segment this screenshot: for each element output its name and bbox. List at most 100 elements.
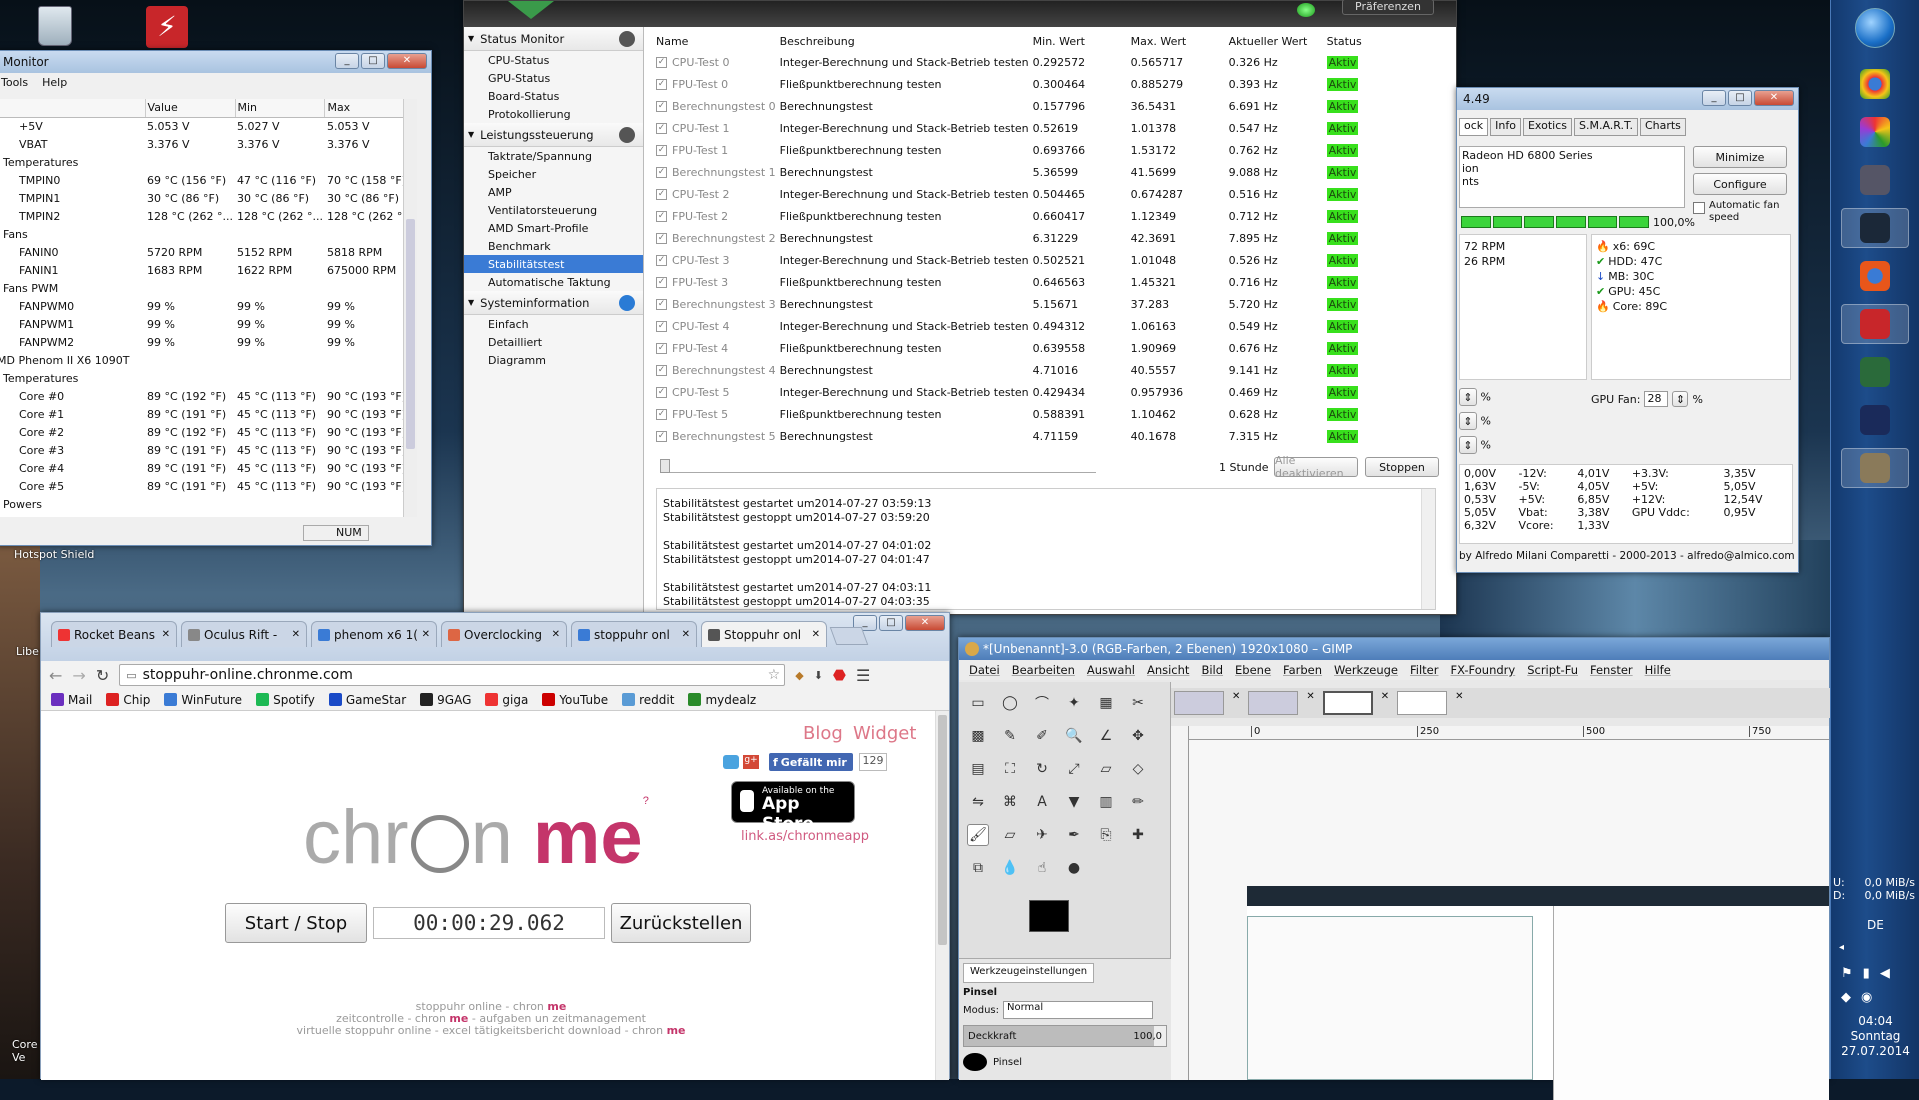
close-tab-icon[interactable]: ✕ xyxy=(1381,691,1389,715)
test-checkbox[interactable]: ✓ xyxy=(656,233,667,244)
auto-fan-checkbox[interactable] xyxy=(1693,202,1705,214)
nav-item[interactable]: GPU-Status xyxy=(464,69,643,87)
perspective-icon[interactable]: ◇ xyxy=(1127,758,1149,780)
bookmark-star-icon[interactable]: ☆ xyxy=(768,667,781,683)
sensor-row[interactable]: FANPWM0 99 % 99 % 99 % xyxy=(0,297,417,315)
paintbrush-icon[interactable]: 🖌 xyxy=(967,824,989,846)
bookmark-item[interactable]: YouTube xyxy=(542,693,608,707)
nav-item[interactable]: AMD Smart-Profile xyxy=(464,219,643,237)
nav-item[interactable]: CPU-Status xyxy=(464,51,643,69)
eraser-icon[interactable]: ▱ xyxy=(999,824,1021,846)
mode-select[interactable]: Normal xyxy=(1003,1001,1154,1019)
new-tab-button[interactable] xyxy=(829,627,869,645)
column-header[interactable]: Aktueller Wert xyxy=(1229,31,1327,51)
taskbar-button[interactable] xyxy=(1841,352,1909,392)
sensor-row[interactable]: Powers xyxy=(0,495,417,513)
text-icon[interactable]: A xyxy=(1031,791,1053,813)
test-row[interactable]: ✓ Berechnungstest 2 Berechnungstest 6.31229… xyxy=(656,227,1397,249)
duration-slider-handle[interactable] xyxy=(660,459,670,473)
align-icon[interactable]: ▤ xyxy=(967,758,989,780)
page-scrollbar[interactable] xyxy=(935,711,949,1080)
test-row[interactable]: ✓ CPU-Test 4 Integer-Berechnung und Stack-… xyxy=(656,315,1397,337)
dodge-icon[interactable]: ● xyxy=(1063,857,1085,879)
sensor-row[interactable]: Core #4 89 °C (191 °F) 45 °C (113 °F) 90 °C… xyxy=(0,459,417,477)
sensor-row[interactable]: Fans xyxy=(0,225,417,243)
sensor-row[interactable]: TMPIN2 128 °C (262 °... 128 °C (262 °... 12… xyxy=(0,207,417,225)
airbrush-icon[interactable]: ✈ xyxy=(1031,824,1053,846)
maximize-button[interactable]: □ xyxy=(879,615,903,631)
stop-button[interactable]: Stoppen xyxy=(1365,457,1439,477)
tab-close-icon[interactable]: ✕ xyxy=(682,629,690,640)
rect-select-icon[interactable]: ▭ xyxy=(967,692,989,714)
close-tab-icon[interactable]: ✕ xyxy=(1232,691,1240,715)
rotate-icon[interactable]: ↻ xyxy=(1031,758,1053,780)
test-row[interactable]: ✓ FPU-Test 5 Fließpunktberechnung testen 0.… xyxy=(656,403,1397,425)
google-plus-icon[interactable]: g+ xyxy=(743,755,759,769)
gimp-menu-item[interactable]: Datei xyxy=(969,663,1000,677)
sensor-scrollbar[interactable] xyxy=(403,99,417,517)
minimize-button[interactable]: _ xyxy=(335,53,359,69)
security-icon[interactable]: ◆ xyxy=(1841,990,1851,1005)
blur-icon[interactable]: 💧 xyxy=(999,857,1021,879)
test-row[interactable]: ✓ CPU-Test 0 Integer-Berechnung und Stack-… xyxy=(656,51,1397,73)
maximize-button[interactable]: □ xyxy=(1728,90,1752,106)
download-icon[interactable]: ⬇ xyxy=(814,669,823,682)
menu-help[interactable]: Help xyxy=(42,76,67,89)
flash-app-icon[interactable]: ⚡ xyxy=(146,6,188,48)
taskbar-button[interactable] xyxy=(1841,304,1909,344)
menu-icon[interactable]: ☰ xyxy=(856,666,870,685)
minimize-app-button[interactable]: Minimize xyxy=(1693,146,1787,168)
duration-slider[interactable] xyxy=(660,459,1096,473)
sensor-row[interactable]: Core #2 89 °C (192 °F) 45 °C (113 °F) 90 °C… xyxy=(0,423,417,441)
lasso-icon[interactable]: ⌒ xyxy=(1031,692,1053,714)
sensor-row[interactable]: FANPWM1 99 % 99 % 99 % xyxy=(0,315,417,333)
sensor-row[interactable]: VBAT 3.376 V 3.376 V 3.376 V xyxy=(0,135,417,153)
nav-item[interactable]: Protokollierung xyxy=(464,105,643,123)
image-thumb[interactable] xyxy=(1248,691,1299,715)
cage-icon[interactable]: ⌘ xyxy=(999,791,1021,813)
flag-icon[interactable]: ⚑ xyxy=(1841,966,1853,981)
crop-icon[interactable]: ⛶ xyxy=(999,758,1021,780)
twitter-icon[interactable] xyxy=(723,755,739,769)
collapse-arrow-icon[interactable]: ▼ xyxy=(468,298,474,307)
reload-icon[interactable]: ↻ xyxy=(96,666,109,685)
bookmark-item[interactable]: Chip xyxy=(106,693,150,707)
device-item[interactable]: nts xyxy=(1462,175,1682,188)
blog-link[interactable]: Blog xyxy=(803,723,843,744)
test-checkbox[interactable]: ✓ xyxy=(656,343,667,354)
gpu-fan-input[interactable]: 28 xyxy=(1644,391,1669,407)
start-stop-button[interactable]: Start / Stop xyxy=(225,903,367,943)
zoom-icon[interactable]: 🔍 xyxy=(1063,725,1085,747)
deactivate-all-button[interactable]: Alle deaktivieren xyxy=(1274,454,1358,480)
sensor-row[interactable]: Core #5 89 °C (191 °F) 45 °C (113 °F) 90 °C… xyxy=(0,477,417,495)
sensor-row[interactable]: MD Phenom II X6 1090T xyxy=(0,351,417,369)
speedfan-tab[interactable]: Info xyxy=(1490,118,1521,136)
sensor-row[interactable]: FANPWM2 99 % 99 % 99 % xyxy=(0,333,417,351)
smudge-icon[interactable]: ☝ xyxy=(1031,857,1053,879)
sensor-row[interactable]: TMPIN0 69 °C (156 °F) 47 °C (116 °F) 70 °C … xyxy=(0,171,417,189)
nav-item[interactable]: Diagramm xyxy=(464,351,643,369)
blend-icon[interactable]: ▥ xyxy=(1095,791,1117,813)
test-row[interactable]: ✓ FPU-Test 2 Fließpunktberechnung testen 0.… xyxy=(656,205,1397,227)
update-icon[interactable]: ◉ xyxy=(1861,990,1872,1005)
test-checkbox[interactable]: ✓ xyxy=(656,431,667,442)
clone-icon[interactable]: ⎘ xyxy=(1095,824,1117,846)
test-checkbox[interactable]: ✓ xyxy=(656,189,667,200)
speedfan-tab[interactable]: Charts xyxy=(1639,118,1686,136)
taskbar-button[interactable] xyxy=(1841,400,1909,440)
widget-link[interactable]: Widget xyxy=(853,723,916,744)
menu-tools[interactable]: Tools xyxy=(1,76,28,89)
test-checkbox[interactable]: ✓ xyxy=(656,145,667,156)
test-row[interactable]: ✓ CPU-Test 3 Integer-Berechnung und Stack-… xyxy=(656,249,1397,271)
nav-section[interactable]: ▼ Status Monitor xyxy=(464,27,643,51)
browser-tab[interactable]: stoppuhr onl ✕ xyxy=(571,621,697,647)
preferences-button[interactable]: Präferenzen xyxy=(1342,0,1434,15)
test-row[interactable]: ✓ Berechnungstest 0 Berechnungstest 0.15779… xyxy=(656,95,1397,117)
speedfan-tab[interactable]: S.M.A.R.T. xyxy=(1573,118,1638,136)
color-picker-icon[interactable]: ✐ xyxy=(1031,725,1053,747)
test-checkbox[interactable]: ✓ xyxy=(656,387,667,398)
adblock-icon[interactable]: ⬣ xyxy=(833,666,846,684)
move-icon[interactable]: ✥ xyxy=(1127,725,1149,747)
browser-tab[interactable]: Rocket Beans ✕ xyxy=(51,621,177,647)
sensor-row[interactable]: Temperatures xyxy=(0,369,417,387)
